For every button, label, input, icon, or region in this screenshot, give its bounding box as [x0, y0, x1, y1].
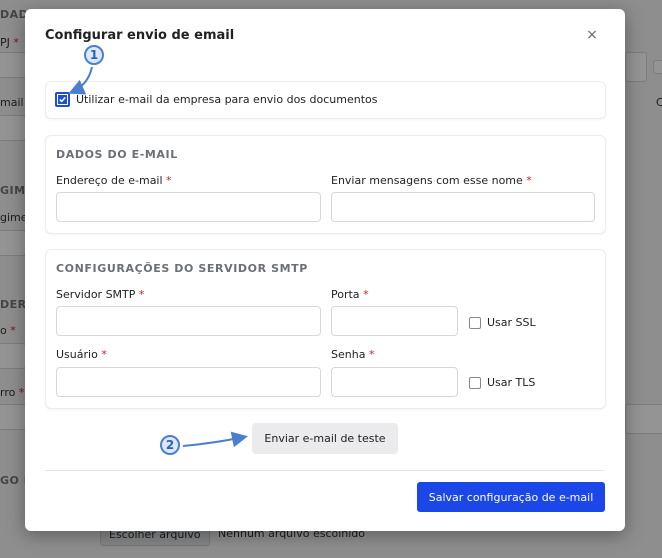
annotation-marker-2: 2 [160, 435, 180, 455]
annotation-arrow-2 [182, 431, 248, 448]
annotation-arrow-1 [68, 66, 93, 95]
annotation-marker-1: 1 [84, 45, 104, 65]
annotation-arrows [68, 66, 248, 448]
